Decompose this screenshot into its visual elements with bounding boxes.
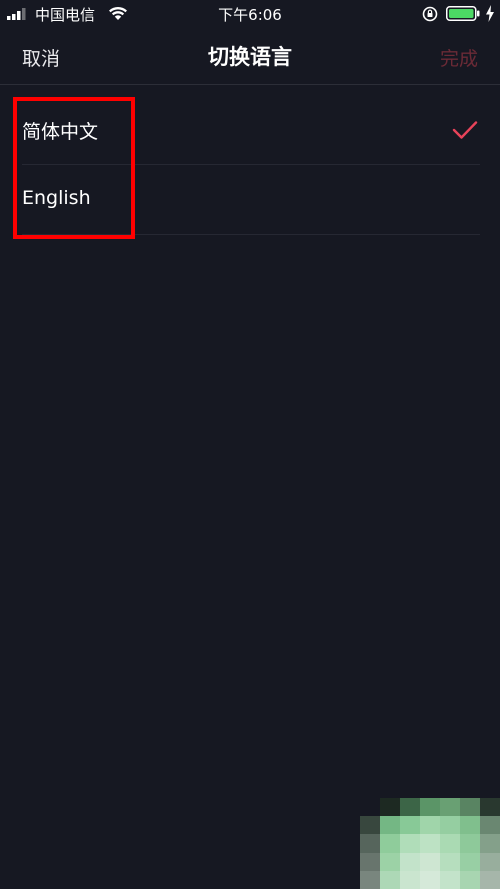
status-bar: 中国电信 下午6:06 <box>0 0 500 28</box>
page-title: 切换语言 <box>208 45 292 69</box>
language-label: 简体中文 <box>22 121 99 143</box>
language-label: English <box>22 187 91 209</box>
language-list: 简体中文 English <box>0 95 500 235</box>
orientation-lock-icon <box>422 6 438 22</box>
pixelated-watermark <box>360 798 500 889</box>
list-divider <box>22 234 480 235</box>
nav-divider <box>0 84 500 85</box>
language-option-simplified-chinese[interactable]: 简体中文 <box>0 95 500 165</box>
battery-icon <box>446 6 480 21</box>
screen: 中国电信 下午6:06 取消 切换语言 完成 简体中文 English <box>0 0 500 889</box>
checkmark-icon <box>452 121 478 139</box>
charging-bolt-icon <box>486 5 494 22</box>
language-option-english[interactable]: English <box>0 165 500 235</box>
navigation-bar: 取消 切换语言 完成 <box>0 28 500 85</box>
done-button[interactable]: 完成 <box>440 44 478 71</box>
